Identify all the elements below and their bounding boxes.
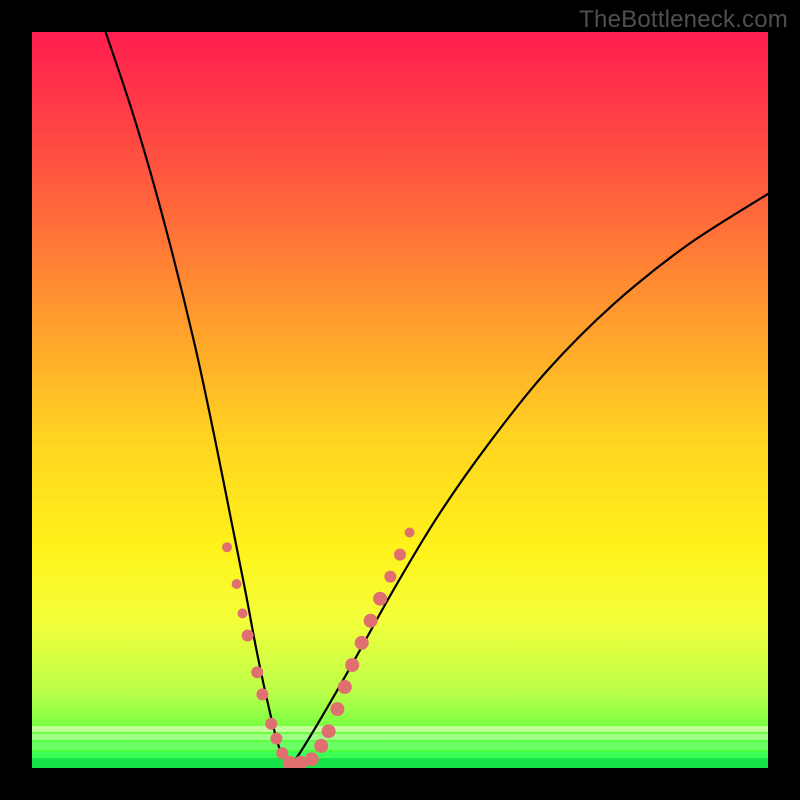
marker-dot: [322, 724, 336, 738]
marker-dot: [251, 666, 263, 678]
chart-frame: TheBottleneck.com: [0, 0, 800, 800]
marker-dot: [232, 579, 242, 589]
marker-dot: [384, 571, 396, 583]
marker-dot: [338, 680, 352, 694]
marker-dot: [265, 718, 277, 730]
marker-dot: [345, 658, 359, 672]
marker-dot: [238, 608, 248, 618]
marker-dot: [256, 688, 268, 700]
marker-dot: [270, 733, 282, 745]
marker-dot: [394, 549, 406, 561]
marker-dot: [405, 528, 415, 538]
watermark-text: TheBottleneck.com: [579, 6, 788, 34]
plot-area: [32, 32, 768, 768]
marker-dot: [364, 614, 378, 628]
curve-svg: [32, 32, 768, 768]
marker-dot: [314, 739, 328, 753]
marker-dot: [355, 636, 369, 650]
marker-dot: [305, 752, 319, 766]
marker-dots: [222, 528, 415, 769]
curve-right-branch: [290, 194, 768, 768]
marker-dot: [242, 630, 254, 642]
marker-dot: [222, 542, 232, 552]
curve-left-branch: [106, 32, 290, 768]
marker-dot: [373, 592, 387, 606]
marker-dot: [330, 702, 344, 716]
